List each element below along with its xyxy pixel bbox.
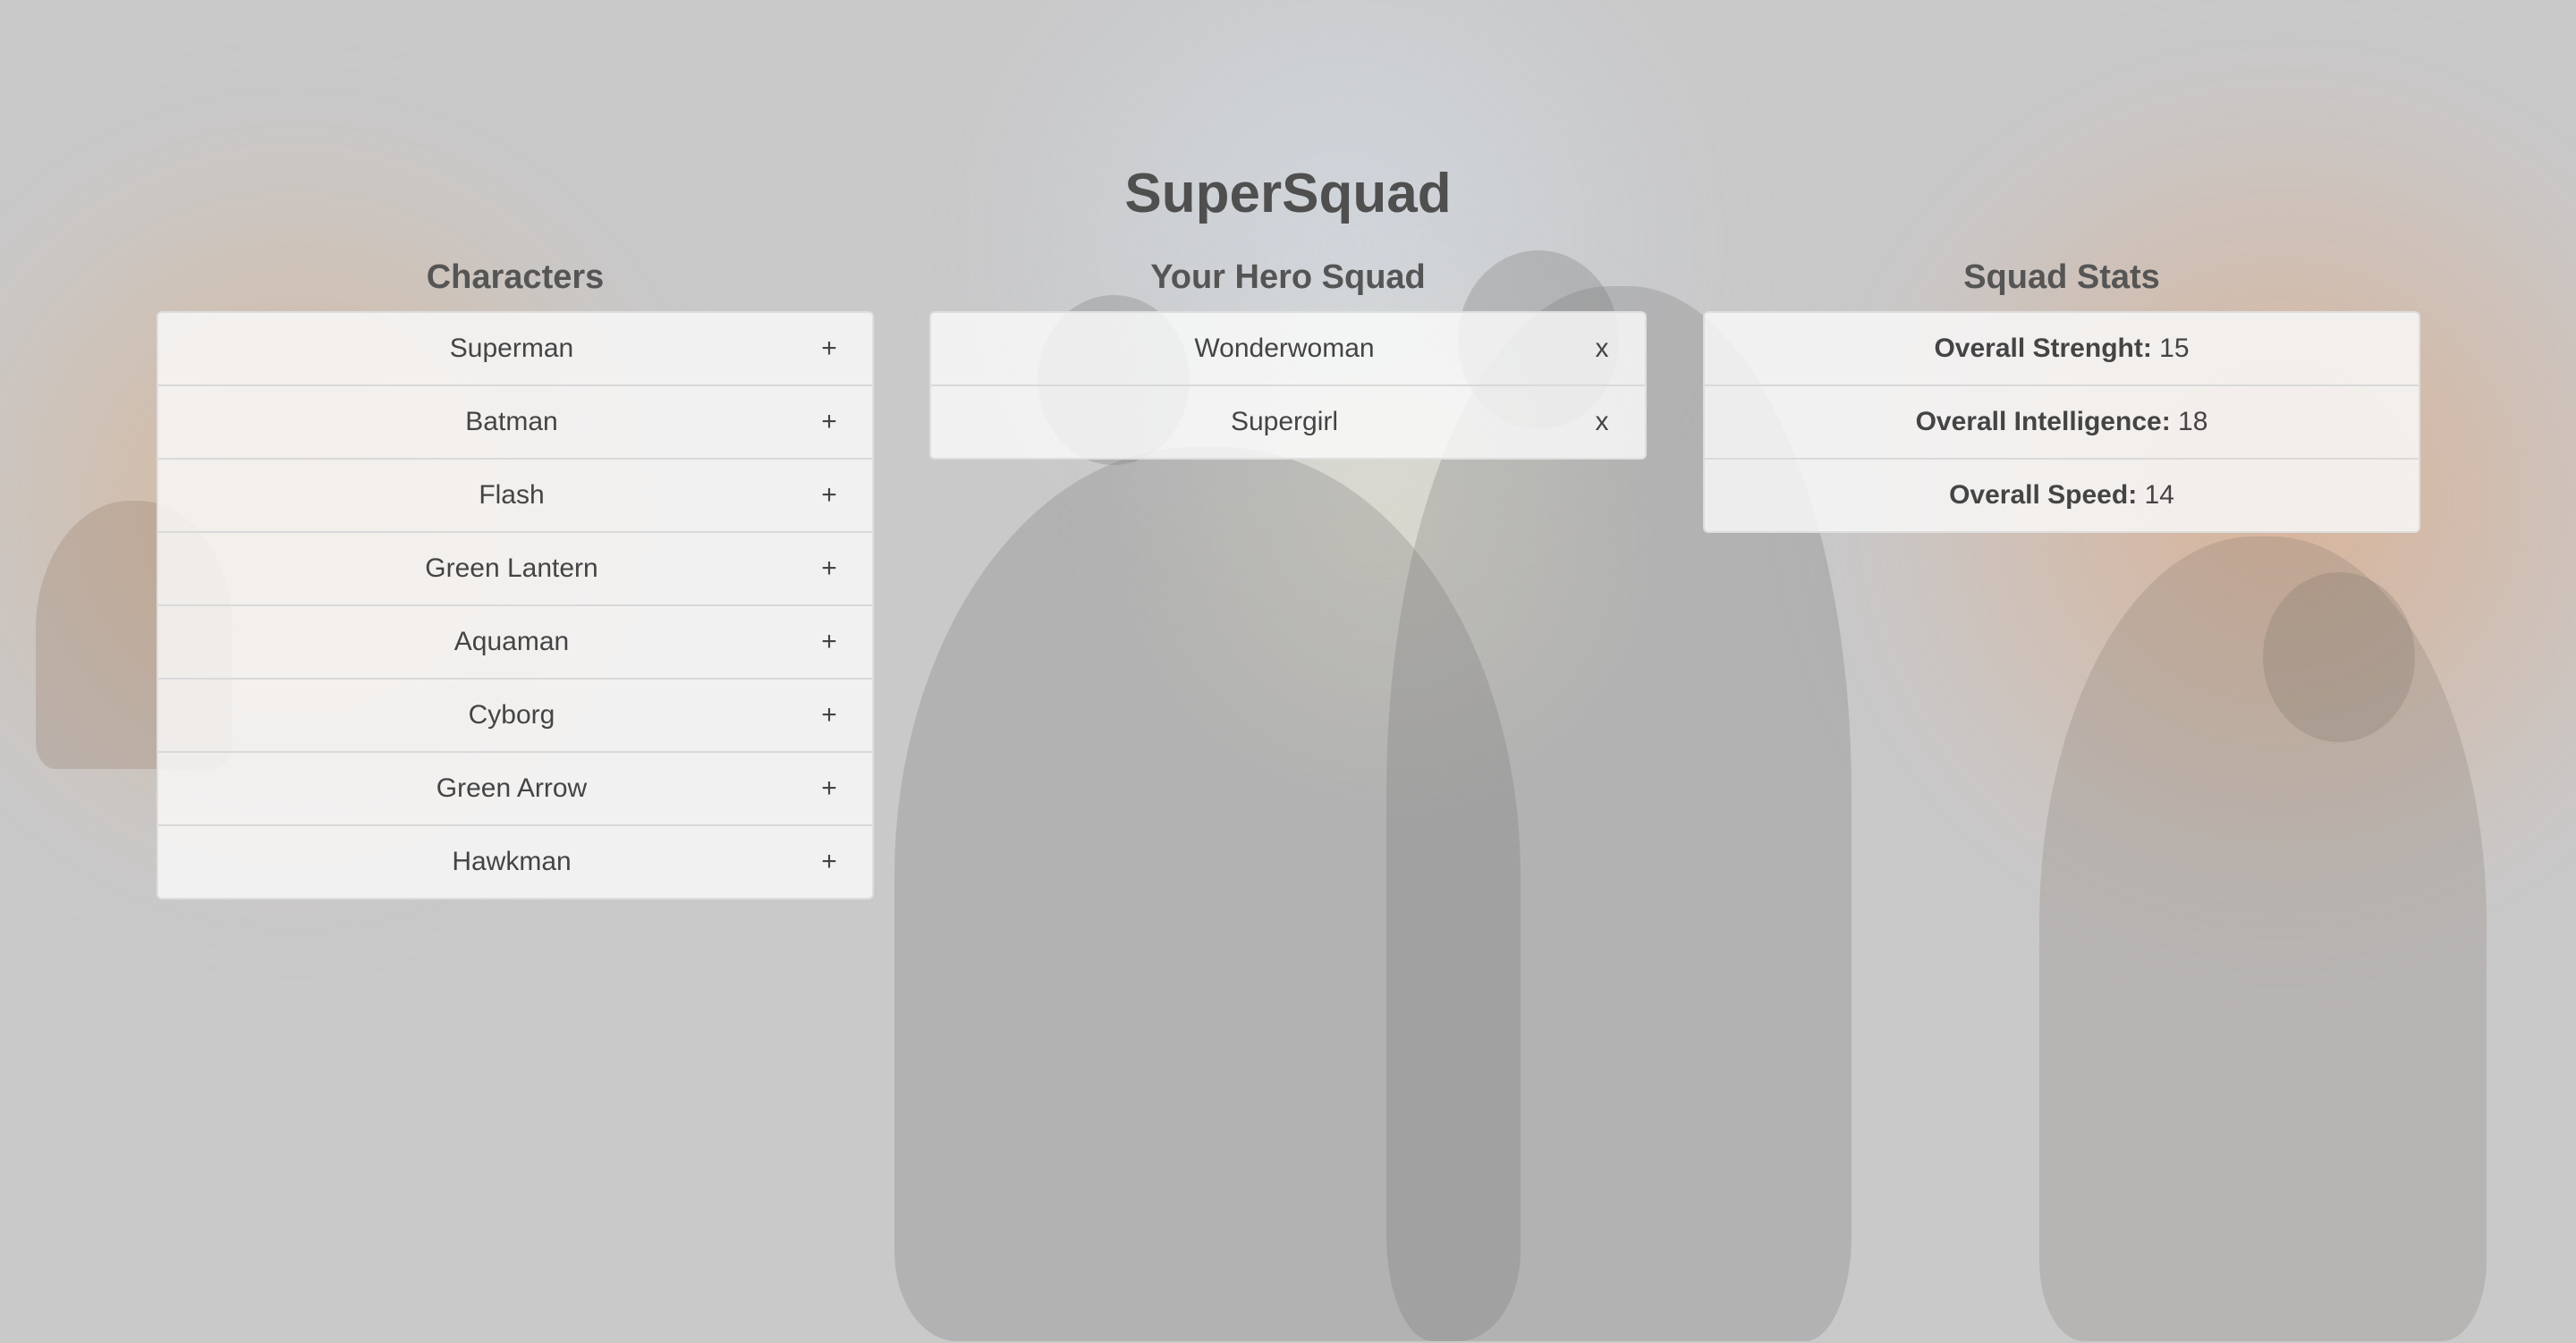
character-item-superman: Superman +: [158, 313, 872, 384]
remove-hero-button[interactable]: x: [1584, 313, 1620, 384]
character-item-hawkman: Hawkman +: [158, 824, 872, 898]
stat-value: 18: [2178, 407, 2208, 436]
character-name: Aquaman: [453, 627, 570, 656]
squad-stats-heading: Squad Stats: [1963, 258, 2160, 296]
hero-name: Supergirl: [1230, 407, 1339, 436]
stat-strength: Overall Strenght: 15: [1705, 313, 2419, 384]
character-item-flash: Flash +: [158, 458, 872, 531]
add-hero-button[interactable]: +: [811, 680, 847, 751]
character-name: Green Lantern: [425, 553, 598, 583]
character-name: Superman: [449, 334, 574, 363]
hero-squad-list: Wonderwoman x Supergirl x: [929, 311, 1647, 460]
add-hero-button[interactable]: +: [811, 313, 847, 384]
character-item-green-lantern: Green Lantern +: [158, 531, 872, 604]
remove-hero-button[interactable]: x: [1584, 386, 1620, 458]
add-hero-button[interactable]: +: [811, 753, 847, 824]
character-name: Hawkman: [452, 847, 572, 876]
squad-stats-column: Squad Stats Overall Strenght: 15 Overall…: [1703, 254, 2420, 533]
squad-stats-list: Overall Strenght: 15 Overall Intelligenc…: [1703, 311, 2420, 533]
character-item-aquaman: Aquaman +: [158, 604, 872, 678]
add-hero-button[interactable]: +: [811, 533, 847, 604]
page-title: SuperSquad: [1124, 163, 1452, 224]
stat-intelligence: Overall Intelligence: 18: [1705, 384, 2419, 458]
squad-item-supergirl: Supergirl x: [931, 384, 1645, 458]
stat-value: 14: [2144, 480, 2174, 510]
stat-speed: Overall Speed: 14: [1705, 458, 2419, 531]
hero-squad-heading: Your Hero Squad: [1150, 258, 1426, 296]
squad-item-wonderwoman: Wonderwoman x: [931, 313, 1645, 384]
stat-label: Overall Speed:: [1949, 480, 2138, 510]
add-hero-button[interactable]: +: [811, 386, 847, 458]
character-name: Flash: [479, 480, 545, 510]
hero-name: Wonderwoman: [1194, 334, 1375, 363]
add-hero-button[interactable]: +: [811, 606, 847, 678]
character-item-batman: Batman +: [158, 384, 872, 458]
character-name: Cyborg: [468, 700, 555, 730]
add-hero-button[interactable]: +: [811, 826, 847, 898]
character-item-cyborg: Cyborg +: [158, 678, 872, 751]
character-name: Batman: [465, 407, 558, 436]
stat-label: Overall Strenght:: [1934, 334, 2152, 363]
stat-value: 15: [2159, 334, 2190, 363]
stat-label: Overall Intelligence:: [1915, 407, 2171, 436]
hero-squad-column: Your Hero Squad Wonderwoman x Supergirl …: [929, 254, 1647, 460]
characters-column: Characters Superman + Batman + Flash + G…: [157, 254, 874, 900]
character-item-green-arrow: Green Arrow +: [158, 751, 872, 824]
add-hero-button[interactable]: +: [811, 460, 847, 531]
characters-heading: Characters: [426, 258, 605, 296]
characters-list: Superman + Batman + Flash + Green Lanter…: [157, 311, 874, 900]
character-name: Green Arrow: [436, 773, 588, 803]
